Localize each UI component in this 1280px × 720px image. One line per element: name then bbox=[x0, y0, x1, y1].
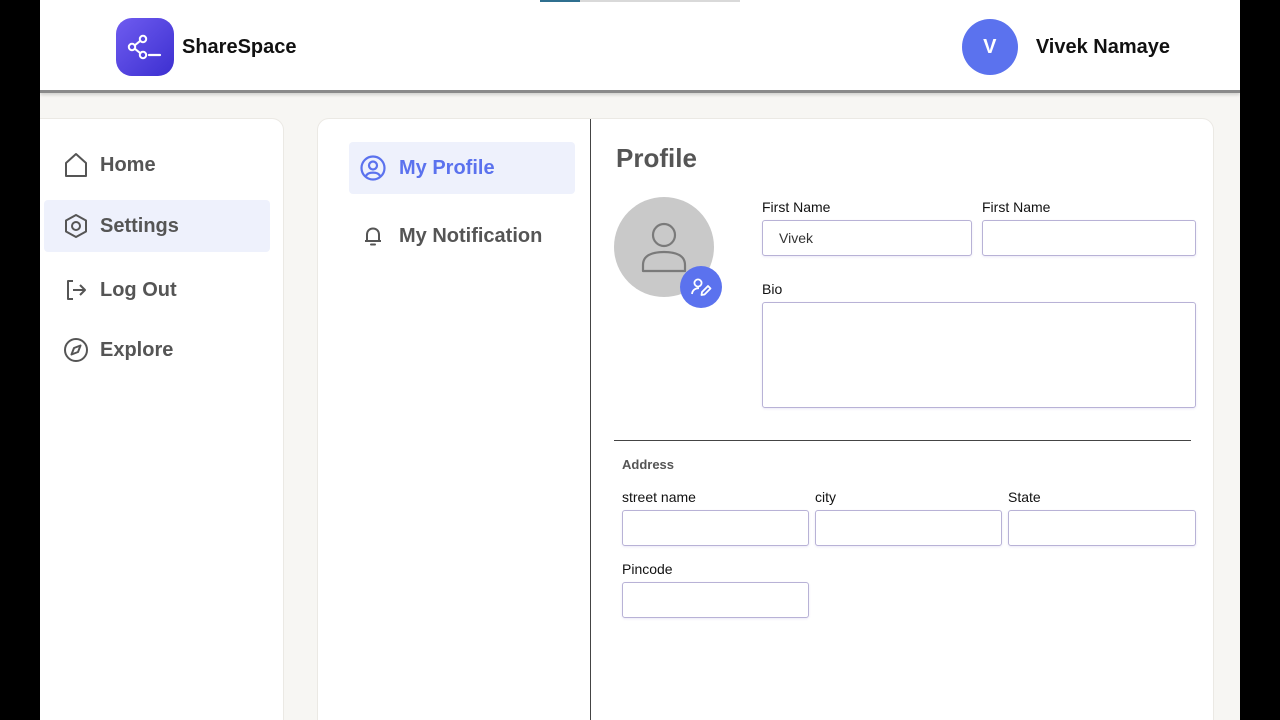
scroll-indicator bbox=[540, 0, 740, 2]
tab-label: My Notification bbox=[399, 224, 543, 247]
first-name-label: First Name bbox=[762, 199, 831, 215]
state-input[interactable] bbox=[1008, 510, 1196, 546]
state-label: State bbox=[1008, 489, 1041, 505]
app-title: ShareSpace bbox=[182, 35, 297, 58]
sidebar-item-label: Log Out bbox=[100, 278, 177, 301]
sidebar-item-label: Settings bbox=[100, 214, 179, 237]
user-placeholder-icon bbox=[641, 222, 687, 273]
bio-textarea[interactable] bbox=[762, 302, 1196, 408]
section-divider bbox=[614, 440, 1191, 441]
brand[interactable]: ShareSpace bbox=[116, 18, 297, 76]
sidebar-item-home[interactable]: Home bbox=[44, 139, 270, 191]
tab-label: My Profile bbox=[399, 156, 495, 179]
app-window: ShareSpace V Vivek Namaye Home Settings … bbox=[40, 0, 1240, 720]
compass-icon bbox=[62, 336, 90, 364]
tab-my-profile[interactable]: My Profile bbox=[349, 142, 575, 194]
sidebar-item-settings[interactable]: Settings bbox=[44, 200, 270, 252]
street-name-label: street name bbox=[622, 489, 696, 505]
sidebar-item-explore[interactable]: Explore bbox=[44, 324, 270, 376]
tab-my-notification[interactable]: My Notification bbox=[349, 210, 575, 262]
avatar[interactable]: V bbox=[961, 19, 1018, 75]
sidebar-item-logout[interactable]: Log Out bbox=[44, 264, 270, 316]
user-menu[interactable]: V Vivek Namaye bbox=[961, 19, 1170, 75]
pincode-input[interactable] bbox=[622, 582, 809, 618]
home-icon bbox=[62, 151, 90, 179]
sidebar-item-label: Explore bbox=[100, 338, 174, 361]
edit-avatar-button[interactable] bbox=[680, 266, 722, 308]
address-section-label: Address bbox=[622, 457, 675, 472]
second-name-input[interactable] bbox=[982, 220, 1196, 256]
profile-panel: Profile First Name First Name Bio bbox=[592, 119, 1214, 720]
sidebar: Home Settings Log Out Explore bbox=[40, 118, 284, 720]
settings-card: My Profile My Notification Profile First… bbox=[317, 118, 1214, 720]
bell-icon bbox=[359, 222, 387, 250]
city-input[interactable] bbox=[815, 510, 1002, 546]
logout-icon bbox=[62, 276, 90, 304]
top-header: ShareSpace V Vivek Namaye bbox=[40, 0, 1240, 93]
page-title: Profile bbox=[616, 143, 697, 173]
user-circle-icon bbox=[359, 154, 387, 182]
user-edit-icon bbox=[691, 278, 712, 296]
user-name: Vivek Namaye bbox=[1035, 35, 1170, 58]
second-name-label: First Name bbox=[982, 199, 1051, 215]
settings-icon bbox=[62, 212, 90, 240]
sidebar-item-label: Home bbox=[100, 153, 156, 176]
first-name-input[interactable] bbox=[762, 220, 972, 256]
settings-subnav: My Profile My Notification bbox=[318, 119, 591, 720]
bio-label: Bio bbox=[762, 281, 783, 297]
city-label: city bbox=[815, 489, 836, 505]
street-name-input[interactable] bbox=[622, 510, 809, 546]
share-icon bbox=[116, 18, 174, 76]
pincode-label: Pincode bbox=[622, 561, 673, 577]
